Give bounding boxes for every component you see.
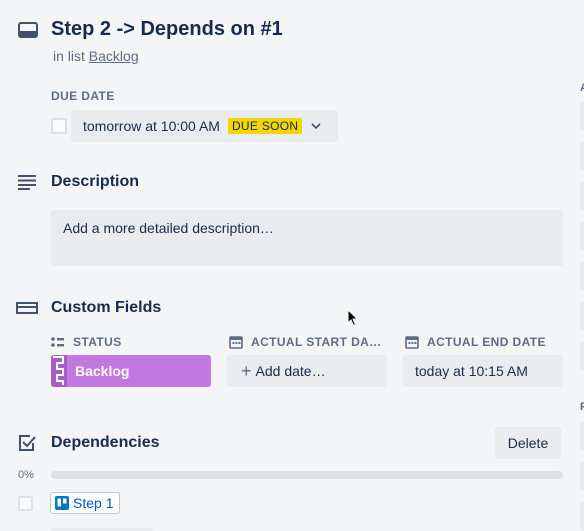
start-date-value: Add date… [255,363,326,379]
mouse-cursor-icon [347,309,359,327]
dependencies-heading: Dependencies [51,434,160,451]
checklist-icon [19,435,36,451]
in-list-prefix: in list [53,48,85,64]
board-icon [55,496,69,510]
due-date-value: tomorrow at 10:00 AM [83,118,220,134]
card-icon [18,22,38,38]
status-field-label: STATUS [51,333,211,351]
end-date-label: ACTUAL END DATE [427,335,546,349]
status-stripe-icon [51,355,67,387]
card-detail: A P Step 2 -> Depends on #1 in list Back… [0,0,584,531]
plus-icon: + [241,361,252,381]
status-label: STATUS [73,335,122,349]
list-icon [51,337,64,347]
calendar-icon [229,336,243,349]
due-date-button[interactable]: tomorrow at 10:00 AM DUE SOON [71,110,338,142]
end-date-value: today at 10:15 AM [415,363,528,379]
start-date-field-label: ACTUAL START DA… [229,333,381,351]
start-date-label: ACTUAL START DA… [251,335,381,349]
description-icon [18,175,36,190]
description-heading: Description [51,173,140,190]
due-date-checkbox[interactable] [51,118,67,134]
sidebar-button[interactable] [580,222,584,250]
sidebar-button[interactable] [580,502,584,530]
description-field[interactable]: Add a more detailed description… [51,210,563,266]
status-select[interactable]: Backlog [51,355,211,387]
sidebar-button[interactable] [580,342,584,370]
sidebar-heading: P [580,401,584,413]
sidebar-button[interactable] [580,462,584,490]
sidebar-button[interactable] [580,302,584,330]
sidebar-button[interactable] [580,182,584,210]
progress-percent: 0% [18,469,34,481]
checklist-item-label: Step 1 [73,495,114,511]
status-value: Backlog [75,363,130,379]
add-start-date-button[interactable]: + Add date… [227,355,387,387]
sidebar-button[interactable] [580,422,584,450]
custom-fields-heading: Custom Fields [51,299,162,316]
chevron-down-icon [311,123,321,130]
card-list-info: in list Backlog [53,48,139,64]
calendar-icon [405,336,419,349]
due-soon-badge: DUE SOON [227,118,303,134]
sidebar-button[interactable] [580,142,584,170]
sidebar: A P [578,0,584,531]
checklist-item-checkbox[interactable] [18,496,33,511]
progress-bar [51,471,563,479]
delete-checklist-button[interactable]: Delete [495,427,561,459]
list-link[interactable]: Backlog [89,48,139,64]
due-date-heading: DUE DATE [51,89,115,103]
sidebar-button[interactable] [580,102,584,130]
checklist-item-card-link[interactable]: Step 1 [50,492,121,514]
card-title[interactable]: Step 2 -> Depends on #1 [51,18,283,41]
sidebar-button[interactable] [580,262,584,290]
custom-fields-icon [16,302,38,314]
sidebar-heading: A [580,82,584,94]
end-date-field-label: ACTUAL END DATE [405,333,565,351]
end-date-button[interactable]: today at 10:15 AM [403,355,563,387]
